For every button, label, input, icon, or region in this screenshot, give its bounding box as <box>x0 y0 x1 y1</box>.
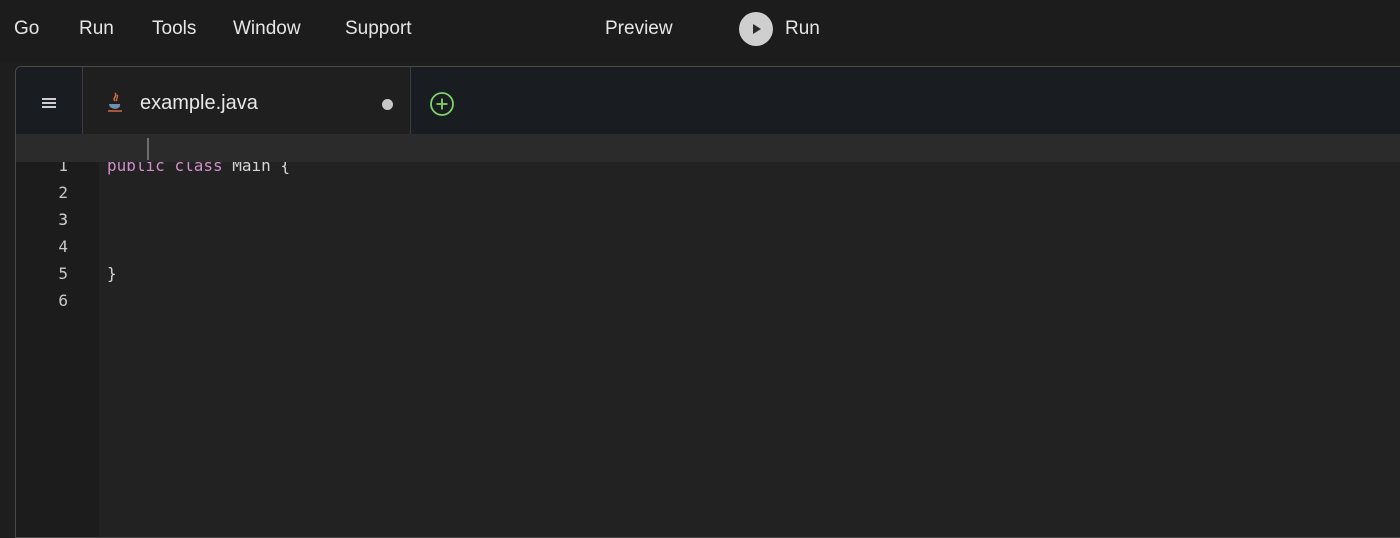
java-icon <box>108 92 122 112</box>
text-cursor <box>147 138 149 160</box>
tab-label: example.java <box>140 92 258 114</box>
menu-support[interactable]: Support <box>345 17 412 41</box>
add-tab-icon[interactable] <box>429 91 455 117</box>
menu-bar: Go Run Tools Window Support Preview Run <box>0 0 1400 62</box>
line-number-gutter: 1 2 3 4 5 6 <box>16 139 99 537</box>
menu-run[interactable]: Run <box>79 17 114 41</box>
menu-window[interactable]: Window <box>233 17 301 41</box>
active-line-highlight <box>16 134 1400 162</box>
code-editor[interactable]: public class Main { } <box>99 139 1400 537</box>
active-line-number: 3 <box>58 210 68 229</box>
line-number: 4 <box>58 237 68 256</box>
code-line: } <box>107 264 117 283</box>
unsaved-indicator[interactable] <box>382 99 393 110</box>
menu-tools[interactable]: Tools <box>152 17 196 41</box>
line-number: 5 <box>58 264 68 283</box>
run-label: Run <box>785 18 820 39</box>
tab-bar: example.java <box>16 67 1400 139</box>
line-number: 6 <box>58 291 68 310</box>
play-icon <box>739 12 773 46</box>
preview-button[interactable]: Preview <box>605 17 673 41</box>
editor-window: example.java 1 2 3 4 5 6 public class Ma… <box>15 66 1400 538</box>
line-number: 2 <box>58 183 68 202</box>
run-button[interactable]: Run <box>739 12 820 46</box>
tab-example-java[interactable]: example.java <box>83 67 411 139</box>
hamburger-menu-icon[interactable] <box>16 67 83 138</box>
menu-go[interactable]: Go <box>14 17 39 41</box>
